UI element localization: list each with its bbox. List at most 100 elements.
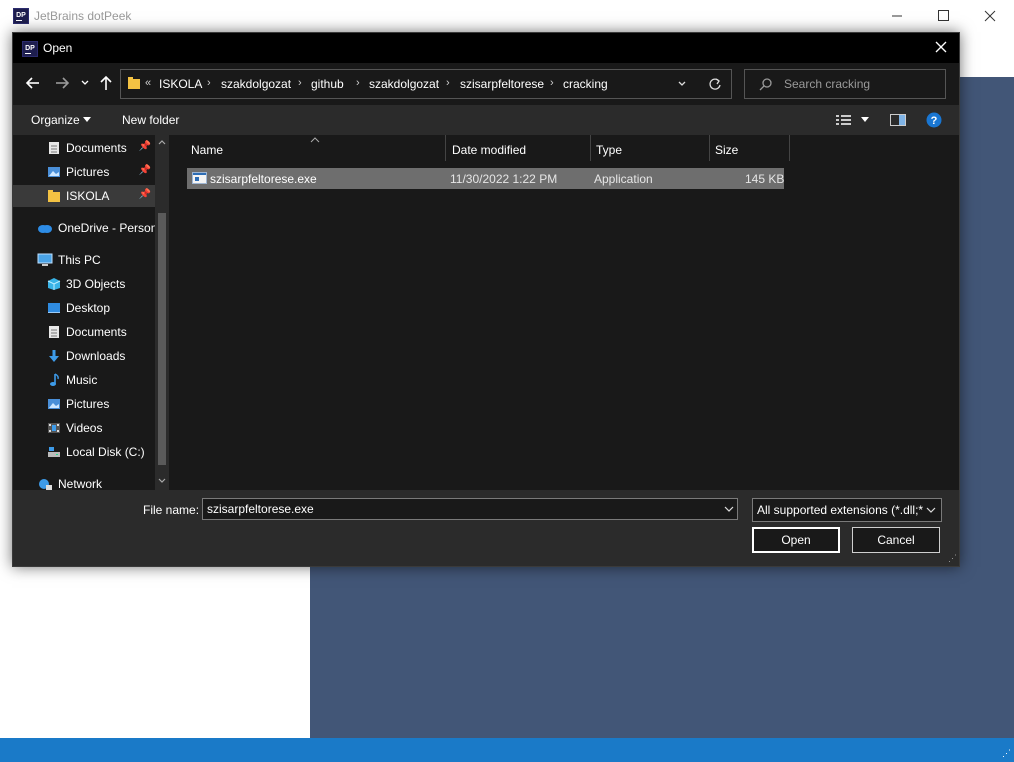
navigation-scrollbar[interactable] xyxy=(155,135,169,490)
breadcrumb-separator-icon[interactable]: › xyxy=(446,77,450,89)
back-button[interactable] xyxy=(25,75,41,94)
search-input[interactable]: Search cracking xyxy=(784,77,870,91)
breadcrumb-item[interactable]: ISKOLA xyxy=(159,77,202,91)
dialog-titlebar: DP Open xyxy=(13,33,959,63)
nav-item-desktop[interactable]: Desktop xyxy=(13,297,155,319)
breadcrumb-separator-icon[interactable]: › xyxy=(207,77,211,89)
minimize-button[interactable] xyxy=(874,0,920,32)
maximize-button[interactable] xyxy=(920,0,966,32)
file-name-label: File name: xyxy=(143,503,200,517)
breadcrumb-item-current[interactable]: cracking xyxy=(563,77,608,91)
preview-pane-icon[interactable] xyxy=(890,113,906,127)
breadcrumb-item[interactable]: szakdolgozat xyxy=(369,77,439,91)
nav-item-pictures[interactable]: Pictures 📌 xyxy=(13,161,155,183)
help-icon[interactable]: ? xyxy=(926,112,942,128)
nav-item-local-disk[interactable]: Local Disk (C:) xyxy=(13,441,155,463)
nav-item-label: Documents xyxy=(66,141,127,155)
close-icon xyxy=(984,10,996,22)
chevron-down-icon[interactable] xyxy=(724,505,734,513)
nav-item-label: Desktop xyxy=(66,301,111,315)
folder-icon xyxy=(128,77,140,89)
forward-button[interactable] xyxy=(54,75,70,94)
column-header-type[interactable]: Type xyxy=(596,143,622,157)
documents-icon xyxy=(49,142,59,154)
pictures-icon xyxy=(48,167,60,177)
nav-item-iskola[interactable]: ISKOLA 📌 xyxy=(13,185,155,207)
column-divider[interactable] xyxy=(445,135,446,161)
dotpeek-logo-icon: DP xyxy=(22,41,38,57)
pin-icon: 📌 xyxy=(138,141,151,152)
app-side-panel xyxy=(10,560,310,733)
nav-item-label: Downloads xyxy=(66,349,126,363)
organize-button[interactable]: Organize xyxy=(31,113,80,127)
nav-item-label: OneDrive - Person xyxy=(58,221,158,235)
nav-item-label: This PC xyxy=(58,253,101,267)
nav-item-label: 3D Objects xyxy=(66,277,126,291)
breadcrumb-item[interactable]: szakdolgozat xyxy=(221,77,291,91)
column-divider[interactable] xyxy=(590,135,591,161)
nav-item-3d-objects[interactable]: 3D Objects xyxy=(13,273,155,295)
up-button[interactable] xyxy=(98,75,114,94)
downloads-icon xyxy=(49,350,59,362)
nav-item-onedrive[interactable]: OneDrive - Person xyxy=(13,217,158,239)
scroll-down-icon[interactable] xyxy=(158,478,166,484)
file-type-filter-select[interactable]: All supported extensions (*.dll;* xyxy=(752,498,942,522)
nav-item-documents-pc[interactable]: Documents xyxy=(13,321,155,343)
file-type-filter-value: All supported extensions (*.dll;* xyxy=(757,503,923,517)
column-header-name[interactable]: Name xyxy=(191,143,223,157)
column-divider[interactable] xyxy=(709,135,710,161)
nav-item-label: Local Disk (C:) xyxy=(66,445,145,459)
nav-item-music[interactable]: Music xyxy=(13,369,155,391)
music-icon xyxy=(50,373,59,386)
folder-icon xyxy=(48,190,60,202)
address-bar[interactable]: « ISKOLA › szakdolgozat › github › szakd… xyxy=(120,69,732,99)
file-row[interactable]: szisarpfeltorese.exe 11/30/2022 1:22 PM … xyxy=(187,168,784,189)
breadcrumb-item[interactable]: szisarpfeltorese xyxy=(460,77,544,91)
desktop-icon xyxy=(48,303,60,313)
cancel-button[interactable]: Cancel xyxy=(852,527,940,553)
search-box[interactable]: Search cracking xyxy=(744,69,946,99)
dialog-close-button[interactable] xyxy=(931,37,951,57)
search-icon xyxy=(759,78,772,91)
breadcrumb-separator-icon[interactable]: › xyxy=(298,77,302,89)
column-header-date-modified[interactable]: Date modified xyxy=(452,143,526,157)
app-close-button[interactable] xyxy=(966,0,1012,32)
breadcrumb-overflow[interactable]: « xyxy=(145,77,151,89)
dialog-title: Open xyxy=(43,41,73,55)
breadcrumb-separator-icon[interactable]: › xyxy=(550,77,554,89)
toolbar: Organize New folder ? xyxy=(13,105,959,135)
dialog-footer: File name: All supported extensions (*.d… xyxy=(13,490,959,566)
arrow-up-icon xyxy=(100,75,112,90)
nav-item-videos[interactable]: Videos xyxy=(13,417,155,439)
recent-locations-button[interactable] xyxy=(80,77,90,91)
arrow-left-icon xyxy=(25,77,39,89)
caret-down-icon[interactable] xyxy=(861,117,870,123)
3d-objects-icon xyxy=(47,278,61,290)
file-name-input[interactable] xyxy=(202,498,738,520)
pin-icon: 📌 xyxy=(138,189,151,200)
nav-item-downloads[interactable]: Downloads xyxy=(13,345,155,367)
nav-item-this-pc[interactable]: This PC xyxy=(13,249,155,271)
view-details-icon[interactable] xyxy=(835,113,853,127)
scroll-up-icon[interactable] xyxy=(158,139,166,145)
nav-item-pictures-pc[interactable]: Pictures xyxy=(13,393,155,415)
new-folder-button[interactable]: New folder xyxy=(122,113,179,127)
column-header-size[interactable]: Size xyxy=(715,143,738,157)
chevron-down-icon[interactable] xyxy=(677,79,687,89)
refresh-icon[interactable] xyxy=(708,77,722,91)
nav-item-network[interactable]: Network xyxy=(13,473,155,490)
this-pc-icon xyxy=(37,253,53,266)
resize-grip-icon[interactable]: ⋰ xyxy=(1002,748,1011,759)
open-button[interactable]: Open xyxy=(752,527,840,553)
scrollbar-thumb[interactable] xyxy=(158,213,166,465)
resize-grip-icon[interactable]: ⋰ xyxy=(948,553,957,564)
nav-item-label: Music xyxy=(66,373,98,387)
breadcrumb-separator-icon[interactable]: › xyxy=(356,77,360,89)
svg-text:?: ? xyxy=(931,115,938,127)
nav-item-documents[interactable]: Documents 📌 xyxy=(13,137,155,159)
app-title: JetBrains dotPeek xyxy=(34,9,132,23)
breadcrumb-item[interactable]: github xyxy=(311,77,344,91)
app-left-strip xyxy=(0,32,10,738)
nav-item-label: Pictures xyxy=(66,397,110,411)
column-divider[interactable] xyxy=(789,135,790,161)
